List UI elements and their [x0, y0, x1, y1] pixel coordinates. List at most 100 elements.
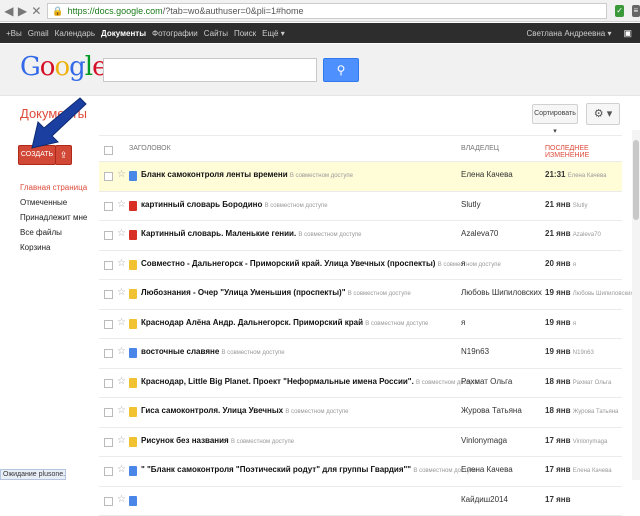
address-bar[interactable]: 🔒 https://docs.google.com /?tab=wo&authu…: [47, 3, 607, 19]
column-owner[interactable]: ВЛАДЕЛЕЦ: [461, 145, 499, 152]
star-icon[interactable]: ☆: [117, 317, 126, 328]
forward-icon[interactable]: ▶: [18, 4, 28, 18]
menu-icon[interactable]: ≡: [632, 5, 640, 17]
gbar-sites[interactable]: Сайты: [204, 29, 228, 38]
gbar-photos[interactable]: Фотографии: [152, 29, 198, 38]
column-title[interactable]: ЗАГОЛОВОК: [129, 145, 171, 152]
gbar-more[interactable]: Ещё ▾: [262, 29, 285, 38]
sidebar-item-all[interactable]: Все файлы: [20, 225, 87, 240]
row-checkbox[interactable]: [104, 467, 113, 476]
star-icon[interactable]: ☆: [117, 494, 126, 505]
close-icon[interactable]: ✕: [31, 4, 41, 18]
row-title-text[interactable]: Бланк самоконтроля ленты времени: [141, 170, 288, 179]
google-logo[interactable]: Google: [20, 52, 106, 82]
row-title[interactable]: восточные славяне В совместном доступе: [141, 347, 285, 356]
row-title[interactable]: картинный словарь Бородино В совместном …: [141, 200, 328, 209]
row-title-text[interactable]: Совместно - Дальнегорск - Приморский кра…: [141, 259, 435, 268]
row-owner: N19n63: [461, 347, 489, 356]
row-title[interactable]: Краснодар Алёна Андр. Дальнегорск. Примо…: [141, 318, 428, 327]
star-icon[interactable]: ☆: [117, 199, 126, 210]
star-icon[interactable]: ☆: [117, 169, 126, 180]
row-title[interactable]: Краснодар, Little Big Planet. Проект "Не…: [141, 377, 479, 386]
star-icon[interactable]: ☆: [117, 376, 126, 387]
star-icon[interactable]: ☆: [117, 228, 126, 239]
sidebar-item-home[interactable]: Главная страница: [20, 180, 87, 195]
back-icon[interactable]: ◀: [4, 4, 14, 18]
row-title[interactable]: Картинный словарь. Маленькие гении. В со…: [141, 229, 362, 238]
row-title-text[interactable]: картинный словарь Бородино: [141, 200, 262, 209]
sort-button[interactable]: Сортировать ▾: [532, 104, 578, 124]
row-title[interactable]: Любознания - Очер "Улица Уменьшия (просп…: [141, 288, 411, 297]
row-checkbox[interactable]: [104, 202, 113, 211]
gbar-documents[interactable]: Документы: [101, 29, 146, 38]
row-modified-by: Любовь Шипиловских: [573, 291, 634, 297]
extension-icon[interactable]: ✓: [615, 5, 623, 17]
row-checkbox[interactable]: [104, 290, 113, 299]
row-checkbox[interactable]: [104, 261, 113, 270]
table-row[interactable]: ☆ картинный словарь Бородино В совместном…: [99, 192, 622, 222]
star-icon[interactable]: ☆: [117, 287, 126, 298]
row-checkbox[interactable]: [104, 320, 113, 329]
row-checkbox[interactable]: [104, 379, 113, 388]
row-shared-label: В совместном доступе: [298, 232, 361, 238]
gbar-plus[interactable]: +Вы: [6, 29, 22, 38]
table-row[interactable]: ☆ Краснодар Алёна Андр. Дальнегорск. Прим…: [99, 310, 622, 340]
scrollbar-thumb[interactable]: [633, 140, 639, 220]
settings-button[interactable]: ⚙ ▾: [586, 103, 620, 125]
select-all-checkbox[interactable]: [104, 146, 113, 155]
row-modified: 18 янв Журова Татьяна: [545, 406, 618, 415]
row-checkbox[interactable]: [104, 349, 113, 358]
sidebar-item-trash[interactable]: Корзина: [20, 240, 87, 255]
row-owner: я: [461, 318, 465, 327]
gbar-gmail[interactable]: Gmail: [28, 29, 49, 38]
account-name[interactable]: Светлана Андреевна ▾: [527, 29, 612, 38]
table-row[interactable]: ☆ Рисунок без названия В совместном досту…: [99, 428, 622, 458]
star-icon[interactable]: ☆: [117, 435, 126, 446]
notification-icon[interactable]: ▣: [623, 28, 632, 39]
row-title-text[interactable]: Краснодар, Little Big Planet. Проект "Не…: [141, 377, 414, 386]
row-title[interactable]: Рисунок без названия В совместном доступ…: [141, 436, 294, 445]
row-title[interactable]: Совместно - Дальнегорск - Приморский кра…: [141, 259, 501, 268]
search-input[interactable]: [103, 58, 317, 82]
star-icon[interactable]: ☆: [117, 258, 126, 269]
table-row[interactable]: ☆ Картинный словарь. Маленькие гении. В с…: [99, 221, 622, 251]
row-title-text[interactable]: восточные славяне: [141, 347, 219, 356]
table-row[interactable]: ☆ Бланк самоконтроля ленты времени В совм…: [99, 162, 622, 192]
row-checkbox[interactable]: [104, 172, 113, 181]
row-title-text[interactable]: Гиса самоконтроля. Улица Увечных: [141, 406, 283, 415]
row-checkbox[interactable]: [104, 408, 113, 417]
pres-icon: [129, 437, 137, 447]
row-title-text[interactable]: " "Бланк самоконтроля "Поэтический родут…: [141, 465, 411, 474]
table-row[interactable]: ☆ " "Бланк самоконтроля "Поэтический роду…: [99, 457, 622, 487]
table-row[interactable]: ☆ восточные славяне В совместном доступе N…: [99, 339, 622, 369]
row-modified-by: я: [573, 262, 576, 268]
table-row[interactable]: ☆ Кайдиш201417 янв: [99, 487, 622, 516]
row-checkbox[interactable]: [104, 497, 113, 506]
table-row[interactable]: ☆ Гиса самоконтроля. Улица Увечных В совм…: [99, 398, 622, 428]
row-title-text[interactable]: Краснодар Алёна Андр. Дальнегорск. Примо…: [141, 318, 363, 327]
column-modified[interactable]: ПОСЛЕДНЕЕ ИЗМЕНЕНИЕ: [545, 145, 622, 159]
gbar-search[interactable]: Поиск: [234, 29, 256, 38]
table-row[interactable]: ☆ Краснодар, Little Big Planet. Проект "Н…: [99, 369, 622, 399]
row-title-text[interactable]: Любознания - Очер "Улица Уменьшия (просп…: [141, 288, 346, 297]
table-row[interactable]: ☆ Любознания - Очер "Улица Уменьшия (прос…: [99, 280, 622, 310]
row-title-text[interactable]: Рисунок без названия: [141, 436, 229, 445]
star-icon[interactable]: ☆: [117, 405, 126, 416]
row-checkbox[interactable]: [104, 438, 113, 447]
row-modified: 19 янв N19n63: [545, 347, 594, 356]
row-date: 21 янв: [545, 229, 571, 238]
row-title[interactable]: Бланк самоконтроля ленты времени В совме…: [141, 170, 353, 179]
row-title[interactable]: Гиса самоконтроля. Улица Увечных В совме…: [141, 406, 348, 415]
list-header: ЗАГОЛОВОК ВЛАДЕЛЕЦ ПОСЛЕДНЕЕ ИЗМЕНЕНИЕ: [99, 135, 622, 162]
row-title[interactable]: " "Бланк самоконтроля "Поэтический родут…: [141, 465, 476, 474]
table-row[interactable]: ☆ Совместно - Дальнегорск - Приморский кр…: [99, 251, 622, 281]
sidebar-item-owned[interactable]: Принадлежит мне: [20, 210, 87, 225]
pres-icon: [129, 319, 137, 329]
search-button[interactable]: ⚲: [323, 58, 359, 82]
star-icon[interactable]: ☆: [117, 346, 126, 357]
sidebar-item-starred[interactable]: Отмеченные: [20, 195, 87, 210]
gbar-calendar[interactable]: Календарь: [55, 29, 95, 38]
row-checkbox[interactable]: [104, 231, 113, 240]
row-title-text[interactable]: Картинный словарь. Маленькие гении.: [141, 229, 296, 238]
star-icon[interactable]: ☆: [117, 464, 126, 475]
